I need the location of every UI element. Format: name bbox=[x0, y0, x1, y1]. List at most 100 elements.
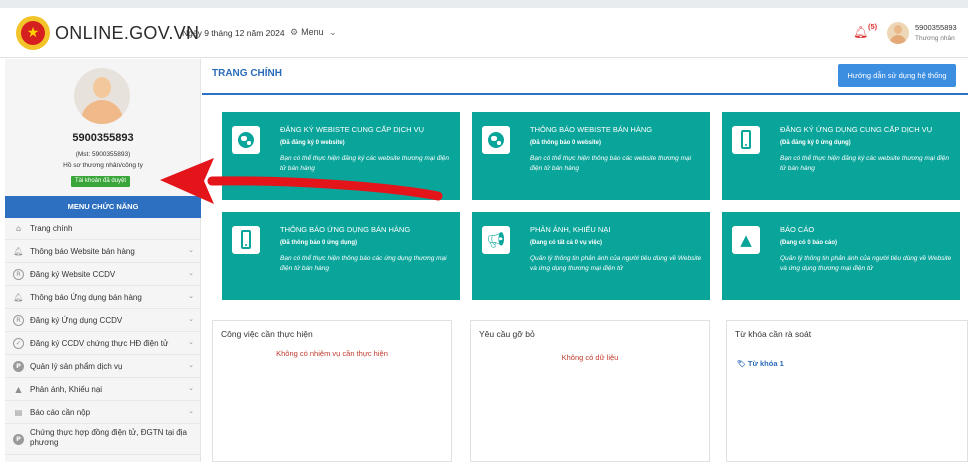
account-status-badge: Tài khoản đã duyệt bbox=[71, 176, 131, 187]
panel-tasks: Công việc cần thực hiện Không có nhiệm v… bbox=[212, 320, 452, 462]
megaphone-glyph: 📢︎ bbox=[486, 231, 506, 249]
chevron-down-icon: ⌄ bbox=[188, 384, 194, 392]
chevron-down-icon: ⌄ bbox=[188, 361, 194, 369]
star-icon: ★ bbox=[26, 25, 40, 41]
sidebar-item-label: Thông báo Website bán hàng bbox=[30, 247, 135, 256]
sidebar-item-app-notice[interactable]: 🔔︎ Thông báo Ứng dụng bán hàng ⌄ bbox=[5, 287, 201, 309]
sidebar-item-complaints[interactable]: ▲ Phản ánh, Khiếu nại ⌄ bbox=[5, 379, 201, 401]
card-description: Bạn có thể thực hiện thông báo các websi… bbox=[530, 155, 692, 172]
chevron-down-icon: ⌄ bbox=[188, 315, 194, 323]
card-website-notice[interactable]: THÔNG BÁO WEBISTE BÁN HÀNG (Đã thông báo… bbox=[472, 112, 710, 200]
chevron-down-icon: ⌄ bbox=[188, 269, 194, 277]
panel-empty-message: Không có nhiệm vụ cần thực hiện bbox=[276, 349, 388, 358]
sidebar-item-einvoice-register[interactable]: ✓ Đăng ký CCDV chứng thực HĐ điện tử ⌄ bbox=[5, 333, 201, 355]
card-count: (Đang có 0 báo cáo) bbox=[780, 240, 838, 246]
sidebar-item-contract-certification[interactable]: P Chứng thực hợp đồng điện tử, ĐGTN tại … bbox=[5, 425, 201, 455]
sidebar-item-reports[interactable]: ▤ Báo cáo cần nộp ⌄ bbox=[5, 402, 201, 424]
mobile-icon bbox=[232, 226, 260, 254]
profile-type-link[interactable]: Hồ sơ thương nhân/công ty bbox=[5, 162, 201, 169]
globe-shape bbox=[238, 132, 254, 148]
card-title: BÁO CÁO bbox=[780, 225, 815, 234]
phone-shape bbox=[741, 130, 751, 149]
globe-icon bbox=[232, 126, 260, 154]
top-header: ★ ONLINE.GOV.VN Ngày 9 tháng 12 năm 2024… bbox=[0, 8, 968, 58]
globe-icon bbox=[482, 126, 510, 154]
sidebar-item-label: Thông báo Ứng dụng bán hàng bbox=[30, 293, 142, 302]
sidebar-item-website-notice[interactable]: 🔔︎ Thông báo Website bán hàng ⌄ bbox=[5, 241, 201, 263]
card-title: ĐĂNG KÝ ỨNG DỤNG CUNG CẤP DỊCH VỤ bbox=[780, 125, 933, 134]
contract-icon: P bbox=[13, 434, 24, 445]
card-title: PHẢN ÁNH, KHIẾU NẠI bbox=[530, 225, 611, 234]
panel-title: Từ khóa cần rà soát bbox=[735, 329, 812, 339]
chevron-down-icon: ⌄ bbox=[188, 292, 194, 300]
megaphone-icon: 📢︎ bbox=[482, 226, 510, 254]
product-icon: P bbox=[13, 361, 24, 372]
sidebar-item-label: Quản lý sản phẩm dịch vụ bbox=[30, 362, 123, 371]
notification-bell-icon[interactable]: 🔔︎ bbox=[853, 25, 868, 39]
sidebar-item-label: Đăng ký Ứng dụng CCDV bbox=[30, 316, 123, 325]
card-app-register[interactable]: ĐĂNG KÝ ỨNG DỤNG CUNG CẤP DỊCH VỤ (Đã đă… bbox=[722, 112, 960, 200]
phone-dot bbox=[745, 144, 747, 146]
card-title: ĐĂNG KÝ WEBISTE CUNG CẤP DỊCH VỤ bbox=[280, 125, 425, 134]
bell-icon: 🔔︎ bbox=[13, 247, 24, 256]
sidebar-item-products[interactable]: P Quản lý sản phẩm dịch vụ ⌄ bbox=[5, 356, 201, 378]
globe-land-2 bbox=[247, 141, 251, 145]
card-count: (Đã thông báo 0 ứng dụng) bbox=[280, 240, 357, 246]
card-description: Bạn có thể thực hiện thông báo các ứng d… bbox=[280, 255, 447, 272]
profile-avatar bbox=[74, 68, 130, 124]
tag-icon: 🏷︎ bbox=[737, 360, 746, 368]
registered-icon: R bbox=[13, 269, 24, 280]
globe-land bbox=[241, 136, 247, 141]
card-count: (Đã đăng ký 0 ứng dụng) bbox=[780, 140, 851, 146]
card-reports[interactable]: ▲ BÁO CÁO (Đang có 0 báo cáo) Quản lý th… bbox=[722, 212, 960, 300]
keyword-label: Từ khóa 1 bbox=[747, 359, 784, 368]
check-circle-icon: ✓ bbox=[13, 338, 24, 349]
card-count: (Đang có tất cả 0 vụ việc) bbox=[530, 240, 603, 246]
notification-count: (5) bbox=[868, 22, 878, 31]
chevron-down-icon: ⌄ bbox=[329, 28, 337, 38]
card-website-register[interactable]: ĐĂNG KÝ WEBISTE CUNG CẤP DỊCH VỤ (Đã đăn… bbox=[222, 112, 460, 200]
user-guide-button[interactable]: Hướng dẫn sử dụng hệ thống bbox=[838, 64, 956, 87]
sidebar-item-label: Trang chính bbox=[30, 224, 73, 233]
card-complaints[interactable]: 📢︎ PHẢN ÁNH, KHIẾU NẠI (Đang có tất cả 0… bbox=[472, 212, 710, 300]
card-title: THÔNG BÁO WEBISTE BÁN HÀNG bbox=[530, 125, 653, 134]
panel-title: Công việc cần thực hiện bbox=[221, 329, 313, 339]
avatar-body bbox=[890, 35, 906, 44]
keyword-link[interactable]: 🏷︎ Từ khóa 1 bbox=[737, 359, 784, 368]
panel-keywords: Từ khóa cần rà soát 🏷︎ Từ khóa 1 bbox=[726, 320, 968, 462]
card-count: (Đã đăng ký 0 website) bbox=[280, 140, 345, 146]
profile-name: 5900355893 bbox=[72, 132, 134, 144]
warning-icon: ▲ bbox=[15, 385, 22, 394]
profile-avatar-body bbox=[81, 100, 123, 124]
avatar-head bbox=[894, 25, 902, 34]
home-icon: ⌂ bbox=[15, 224, 22, 233]
gear-icon: ⚙ bbox=[290, 28, 299, 38]
registered-icon: R bbox=[13, 315, 24, 326]
globe-shape bbox=[488, 132, 504, 148]
header-menu-label: Menu bbox=[301, 27, 324, 37]
card-description: Quản lý thông tin phản ánh của người tiê… bbox=[780, 255, 952, 272]
emblem-logo[interactable]: ★ bbox=[16, 16, 50, 50]
user-name[interactable]: 5900355893 bbox=[915, 23, 957, 32]
header-menu-dropdown[interactable]: ⚙ Menu ⌄ bbox=[290, 27, 340, 38]
warning-glyph: ▲ bbox=[740, 231, 752, 249]
panel-empty-message: Không có dữ liệu bbox=[561, 353, 619, 362]
sidebar-item-app-register[interactable]: R Đăng ký Ứng dụng CCDV ⌄ bbox=[5, 310, 201, 332]
sidebar-item-label: Chứng thực hợp đồng điện tử, ĐGTN tại đị… bbox=[30, 428, 187, 447]
sidebar-item-website-register[interactable]: R Đăng ký Website CCDV ⌄ bbox=[5, 264, 201, 286]
card-count: (Đã thông báo 0 website) bbox=[530, 140, 602, 146]
panel-title: Yêu cầu gỡ bỏ bbox=[479, 329, 535, 339]
sidebar-item-home[interactable]: ⌂ Trang chính bbox=[5, 218, 201, 240]
sidebar-item-label: Đăng ký CCDV chứng thực HĐ điện tử bbox=[30, 339, 169, 348]
profile-tax-code: (Mst: 5900355893) bbox=[75, 151, 131, 158]
user-avatar[interactable] bbox=[887, 22, 909, 44]
card-app-notice[interactable]: THÔNG BÁO ỨNG DỤNG BÁN HÀNG (Đã thông bá… bbox=[222, 212, 460, 300]
site-brand[interactable]: ONLINE.GOV.VN bbox=[55, 23, 199, 44]
sidebar-item-label: Đăng ký Website CCDV bbox=[30, 270, 116, 279]
sidebar-item-label: Phản ánh, Khiếu nại bbox=[30, 385, 103, 394]
card-description: Bạn có thể thực hiện đăng ký các website… bbox=[780, 155, 949, 172]
menu-header: MENU CHỨC NĂNG bbox=[5, 196, 201, 218]
page-title: TRANG CHÍNH bbox=[212, 68, 282, 79]
title-divider bbox=[202, 93, 968, 95]
globe-land bbox=[491, 136, 497, 141]
